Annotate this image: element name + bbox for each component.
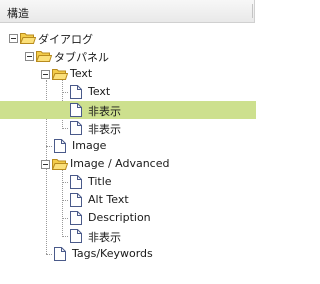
header-resize-handle[interactable] (252, 4, 253, 18)
collapse-toggle-icon[interactable] (41, 160, 50, 169)
tree-row-dialog[interactable]: ダイアログ (0, 29, 256, 47)
tree-row-label: Alt Text (88, 193, 129, 206)
document-icon (70, 103, 82, 117)
tree-row-image-advanced-folder[interactable]: Image / Advanced (0, 155, 256, 173)
tree-row-text[interactable]: Text (0, 83, 256, 101)
tree-row-label: Text (88, 85, 111, 98)
folder-open-icon (52, 159, 68, 170)
tree-row-label: Tags/Keywords (72, 247, 153, 260)
document-icon (70, 175, 82, 189)
tree-row-tab-panel[interactable]: タブパネル (0, 47, 256, 65)
tree-row-description[interactable]: Description (0, 209, 256, 227)
tree-row-label: Text (70, 67, 93, 80)
document-icon (70, 193, 82, 207)
folder-open-icon (20, 33, 36, 44)
panel-title: 構造 (7, 7, 29, 20)
collapse-toggle-icon[interactable] (41, 70, 50, 79)
tree-row-label: Image / Advanced (70, 157, 170, 170)
tree-row-label: 非表示 (88, 123, 121, 136)
panel-header: 構造 (0, 0, 255, 23)
collapse-toggle-icon[interactable] (9, 34, 18, 43)
tree-row-text-folder[interactable]: Text (0, 65, 256, 83)
tree-row-hidden[interactable]: 非表示 (0, 119, 256, 137)
folder-open-icon (36, 51, 52, 62)
tree-row-title[interactable]: Title (0, 173, 256, 191)
tree-row-hidden-2[interactable]: 非表示 (0, 227, 256, 245)
tree-row-label: ダイアログ (38, 33, 93, 46)
document-icon (54, 247, 66, 261)
document-icon (70, 229, 82, 243)
tree-row-label: Description (88, 211, 151, 224)
document-icon (70, 121, 82, 135)
document-icon (70, 85, 82, 99)
document-icon (54, 139, 66, 153)
tree-row-label: タブパネル (54, 51, 109, 64)
tree-row-tags-keywords[interactable]: Tags/Keywords (0, 245, 256, 263)
collapse-toggle-icon[interactable] (25, 52, 34, 61)
tree-row-label: Image (72, 139, 107, 152)
tree-row-label: 非表示 (88, 231, 121, 244)
structure-panel: 構造 ダイアログ タブパネル Text Text 非表示 非表示 Image I… (0, 0, 256, 284)
tree-row-image[interactable]: Image (0, 137, 256, 155)
tree-row-alt-text[interactable]: Alt Text (0, 191, 256, 209)
folder-open-icon (52, 69, 68, 80)
document-icon (70, 211, 82, 225)
tree-row-hidden-selected[interactable]: 非表示 (0, 101, 256, 119)
tree-row-label: 非表示 (88, 105, 121, 118)
tree-row-label: Title (88, 175, 112, 188)
